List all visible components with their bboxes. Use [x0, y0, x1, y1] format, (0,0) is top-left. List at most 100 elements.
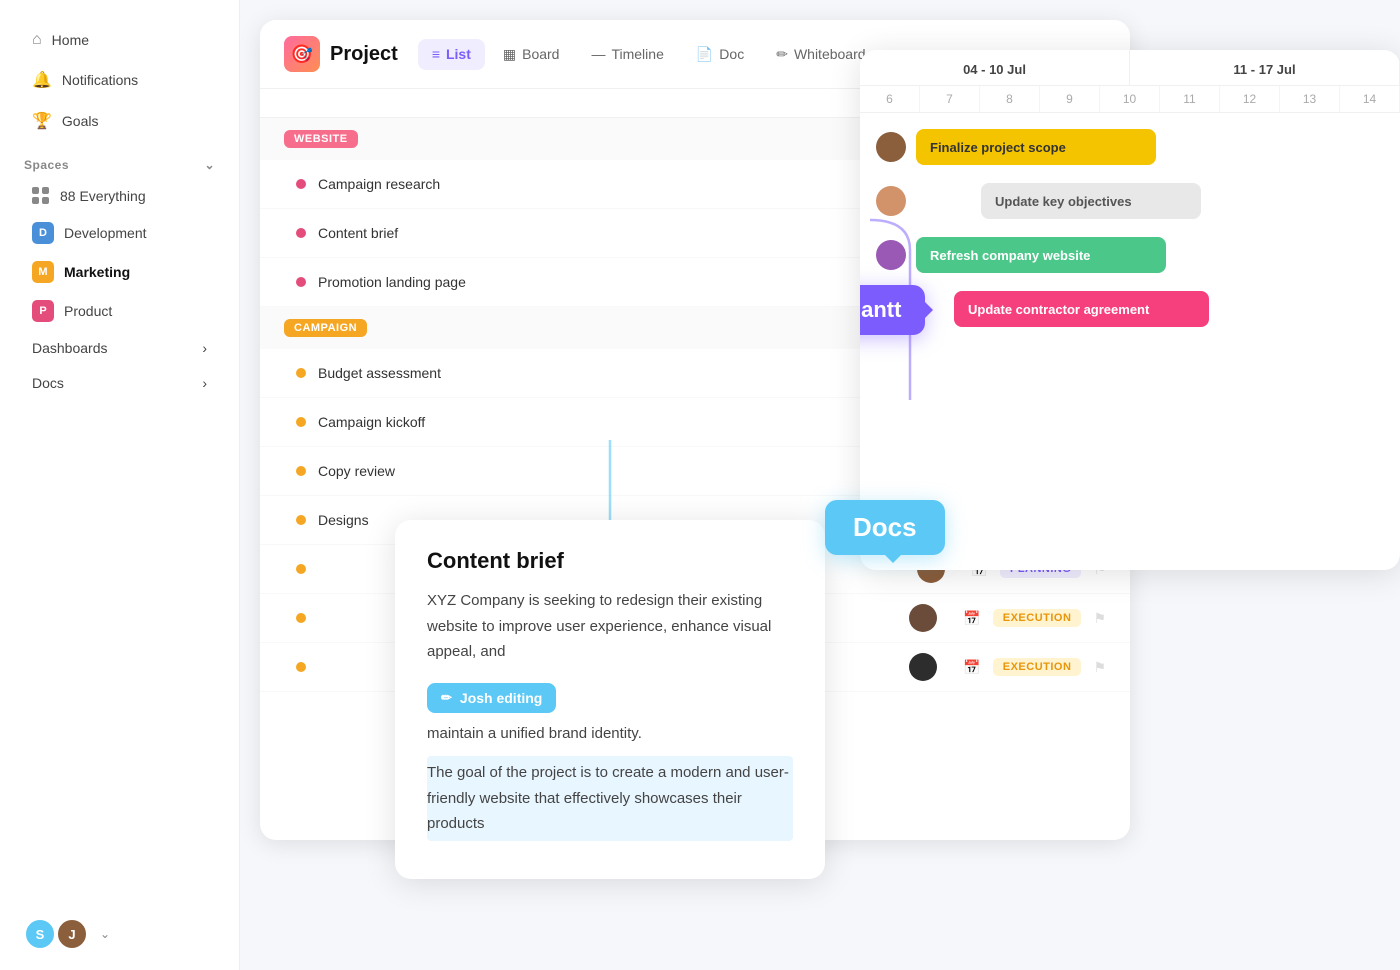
tab-board[interactable]: ▦ Board — [489, 39, 574, 70]
task-dot — [296, 515, 306, 525]
main-area: 🎯 Project ≡ List ▦ Board — Timeline 📄 — [240, 0, 1400, 970]
sidebar-item-goals-label: Goals — [62, 113, 99, 129]
task-dot — [296, 662, 306, 672]
docs-paragraph-2: maintain a unified brand identity. — [427, 721, 793, 747]
sidebar-item-notifications-label: Notifications — [62, 72, 138, 88]
doc-tab-icon: 📄 — [696, 46, 713, 63]
pencil-icon: ✏ — [441, 690, 452, 706]
gantt-body: Finalize project scope Update key object… — [860, 113, 1400, 343]
sidebar-item-development-label: Development — [64, 225, 147, 241]
sidebar: ⌂ Home 🔔 Notifications 🏆 Goals Spaces ⌄ … — [0, 0, 240, 970]
sidebar-item-home[interactable]: ⌂ Home — [8, 21, 231, 59]
gantt-bar-gray: Update key objectives — [981, 183, 1201, 219]
flag-icon: ⚑ — [1093, 659, 1106, 676]
gantt-row: Update key objectives — [876, 183, 1384, 219]
status-badge: EXECUTION — [993, 609, 1082, 627]
sidebar-item-marketing[interactable]: M Marketing — [8, 253, 231, 291]
gantt-day: 8 — [980, 86, 1040, 112]
sidebar-item-home-label: Home — [52, 32, 89, 48]
docs-title: Content brief — [427, 548, 793, 574]
everything-icon — [32, 187, 50, 205]
gantt-row: Refresh company website — [876, 237, 1384, 273]
gantt-bar-label: Refresh company website — [930, 248, 1090, 263]
spaces-chevron-icon[interactable]: ⌄ — [204, 158, 215, 172]
dashboards-arrow-icon: › — [202, 340, 207, 356]
extra-cols: 📅 EXECUTION ⚑ — [963, 658, 1106, 676]
timeline-tab-icon: — — [591, 46, 605, 62]
assignee-avatar — [909, 604, 937, 632]
gantt-avatar — [876, 186, 906, 216]
gantt-day: 12 — [1220, 86, 1280, 112]
status-badge: EXECUTION — [993, 658, 1082, 676]
task-dot — [296, 613, 306, 623]
sidebar-item-goals[interactable]: 🏆 Goals — [8, 101, 231, 141]
gantt-bar-pink: Update contractor agreement — [954, 291, 1209, 327]
gantt-bar-label: Update key objectives — [995, 194, 1132, 209]
sidebar-footer: S J ⌄ — [0, 918, 239, 950]
gantt-tooltip: Gantt — [860, 285, 925, 335]
campaign-badge: CAMPAIGN — [284, 319, 367, 337]
marketing-avatar: M — [32, 261, 54, 283]
docs-tooltip-label: Docs — [853, 512, 917, 542]
gantt-period-2: 11 - 17 Jul — [1130, 50, 1400, 85]
product-avatar: P — [32, 300, 54, 322]
gantt-day: 7 — [920, 86, 980, 112]
sidebar-item-dashboards[interactable]: Dashboards › — [8, 331, 231, 365]
tab-timeline[interactable]: — Timeline — [577, 39, 677, 70]
tab-list[interactable]: ≡ List — [418, 39, 485, 70]
task-dot — [296, 179, 306, 189]
gantt-bar-yellow: Finalize project scope — [916, 129, 1156, 165]
project-title-group: 🎯 Project — [284, 36, 398, 72]
gantt-day: 6 — [860, 86, 920, 112]
docs-arrow-icon: › — [202, 375, 207, 391]
development-avatar: D — [32, 222, 54, 244]
user-avatar-s: S — [24, 918, 56, 950]
calendar-icon: 📅 — [963, 610, 980, 627]
footer-chevron-icon[interactable]: ⌄ — [100, 927, 110, 941]
docs-editing-badge: ✏ Josh editing — [427, 683, 556, 713]
tab-doc[interactable]: 📄 Doc — [682, 39, 758, 70]
task-dot — [296, 228, 306, 238]
sidebar-item-everything-label: 88 Everything — [60, 188, 146, 204]
task-dot — [296, 277, 306, 287]
gantt-day: 13 — [1280, 86, 1340, 112]
docs-paragraph-1: XYZ Company is seeking to redesign their… — [427, 588, 793, 665]
gantt-day: 11 — [1160, 86, 1220, 112]
docs-paragraph-3: The goal of the project is to create a m… — [427, 756, 793, 841]
task-assignee — [883, 653, 963, 681]
project-name: Project — [330, 43, 398, 66]
gantt-period-header: 04 - 10 Jul 11 - 17 Jul — [860, 50, 1400, 86]
sidebar-item-everything[interactable]: 88 Everything — [8, 179, 231, 213]
sidebar-item-development[interactable]: D Development — [8, 214, 231, 252]
gantt-bar-label: Finalize project scope — [930, 140, 1066, 155]
docs-tooltip: Docs — [825, 500, 945, 555]
sidebar-item-docs[interactable]: Docs › — [8, 366, 231, 400]
gantt-bar-label: Update contractor agreement — [968, 302, 1149, 317]
home-icon: ⌂ — [32, 31, 42, 49]
trophy-icon: 🏆 — [32, 111, 52, 131]
gantt-avatar — [876, 240, 906, 270]
board-tab-icon: ▦ — [503, 46, 516, 63]
gantt-avatar — [876, 132, 906, 162]
website-badge: WEBSITE — [284, 130, 358, 148]
list-tab-icon: ≡ — [432, 46, 440, 62]
gantt-bar-green: Refresh company website — [916, 237, 1166, 273]
sidebar-item-notifications[interactable]: 🔔 Notifications — [8, 60, 231, 100]
gantt-days: 6 7 8 9 10 11 12 13 14 — [860, 86, 1400, 113]
sidebar-item-product-label: Product — [64, 303, 112, 319]
user-avatar-j: J — [56, 918, 88, 950]
project-icon: 🎯 — [284, 36, 320, 72]
tab-whiteboard-label: Whiteboard — [794, 46, 866, 62]
sidebar-item-marketing-label: Marketing — [64, 264, 130, 280]
task-dot — [296, 368, 306, 378]
sidebar-item-product[interactable]: P Product — [8, 292, 231, 330]
tab-list-label: List — [446, 46, 471, 62]
docs-editing-text: Josh editing — [460, 690, 542, 706]
task-dot — [296, 466, 306, 476]
task-assignee — [883, 604, 963, 632]
tab-board-label: Board — [522, 46, 559, 62]
sidebar-item-dashboards-label: Dashboards — [32, 340, 108, 356]
sidebar-item-docs-label: Docs — [32, 375, 64, 391]
flag-icon: ⚑ — [1093, 610, 1106, 627]
task-dot — [296, 417, 306, 427]
